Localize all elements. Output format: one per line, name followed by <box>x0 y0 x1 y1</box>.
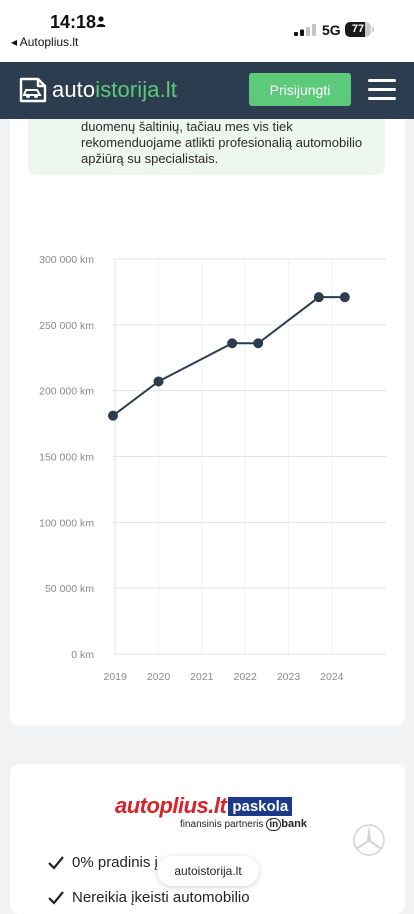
mercedes-star-icon <box>353 824 385 856</box>
mileage-chart: 0 km 50 000 km 100 000 km 150 000 km 200 000… <box>39 254 386 683</box>
partner-text: finansinis partneris <box>180 819 264 830</box>
site-url-toast[interactable]: autoistorija.lt <box>157 856 259 886</box>
data-point <box>153 376 164 387</box>
mileage-series-line <box>112 296 345 417</box>
partner-line: finansinis partneris in bank <box>180 818 307 831</box>
feature-label: Nereikia įkeisti automobilio <box>72 889 250 906</box>
data-point <box>253 338 264 349</box>
check-icon <box>48 855 64 870</box>
y-tick-label: 50 000 km <box>45 583 94 595</box>
y-tick-label: 0 km <box>71 649 94 661</box>
x-tick-label: 2024 <box>320 671 344 683</box>
feature-item-1: 0% pradinis į <box>48 854 158 871</box>
x-tick-label: 2021 <box>190 671 214 683</box>
autoplius-brand: autoplius.lt <box>115 793 227 818</box>
x-tick-label: 2020 <box>147 671 171 683</box>
x-tick-label: 2022 <box>233 671 257 683</box>
y-tick-label: 200 000 km <box>39 386 94 398</box>
paskola-tag: paskola <box>228 796 293 816</box>
y-tick-label: 150 000 km <box>39 452 94 464</box>
y-tick-label: 300 000 km <box>39 254 94 266</box>
feature-label: 0% pradinis į <box>72 854 158 871</box>
x-tick-label: 2019 <box>103 671 127 683</box>
data-point <box>313 292 324 303</box>
inbank-logo: in bank <box>266 818 307 831</box>
y-tick-label: 100 000 km <box>39 517 94 529</box>
data-point <box>227 338 238 349</box>
autoplius-paskola-logo[interactable]: autoplius.lt paskola <box>115 793 293 818</box>
y-tick-label: 250 000 km <box>39 320 94 332</box>
data-point <box>108 410 118 421</box>
x-tick-label: 2023 <box>277 671 301 683</box>
check-icon <box>48 890 64 905</box>
feature-item-2: Nereikia įkeisti automobilio <box>48 889 250 906</box>
data-point <box>339 292 350 303</box>
